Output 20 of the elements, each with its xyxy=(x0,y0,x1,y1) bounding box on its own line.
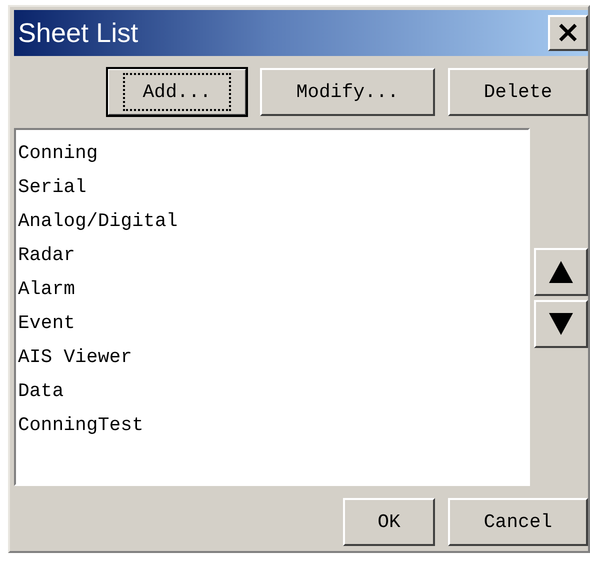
dialog-button[interactable]: Add... xyxy=(107,68,247,116)
list-item[interactable]: Data xyxy=(18,374,526,408)
list-item[interactable]: Alarm xyxy=(18,272,526,306)
dialog-button[interactable]: Cancel xyxy=(448,498,588,546)
list-item[interactable]: Analog/Digital xyxy=(18,204,526,238)
move-down-button[interactable] xyxy=(534,300,588,348)
dialog-button[interactable]: Delete xyxy=(448,68,588,116)
list-item[interactable]: ConningTest xyxy=(18,408,526,442)
list-item[interactable]: Serial xyxy=(18,170,526,204)
down-triangle-icon xyxy=(549,313,573,335)
window-title: Sheet List xyxy=(18,18,138,48)
close-button[interactable]: × xyxy=(548,15,588,51)
list-item[interactable]: Conning xyxy=(18,136,526,170)
list-item[interactable]: Radar xyxy=(18,238,526,272)
list-item[interactable]: Event xyxy=(18,306,526,340)
move-up-button[interactable] xyxy=(534,248,588,296)
up-triangle-icon xyxy=(549,261,573,283)
dialog-button[interactable]: Modify... xyxy=(260,68,435,116)
dialog-button[interactable]: OK xyxy=(343,498,435,546)
list-item[interactable]: AIS Viewer xyxy=(18,340,526,374)
